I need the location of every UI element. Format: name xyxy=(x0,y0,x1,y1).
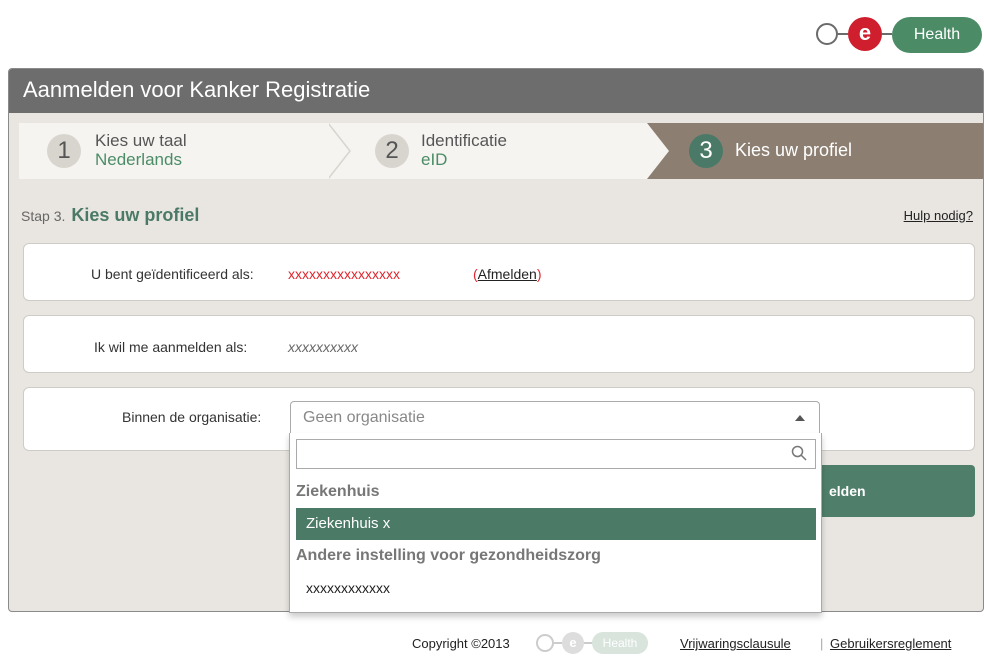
organisation-label: Binnen de organisatie: xyxy=(122,409,262,425)
logo-health-pill: Health xyxy=(892,17,982,53)
wizard-steps: 1 Kies uw taal Nederlands 2 Identificati… xyxy=(19,123,983,179)
ehealth-logo: e Health xyxy=(814,12,984,56)
disclaimer-link[interactable]: Vrijwaringsclausule xyxy=(680,636,791,651)
profile-value: xxxxxxxxxx xyxy=(288,339,358,355)
step-heading-title: Kies uw profiel xyxy=(71,205,200,225)
chevron-up-icon xyxy=(795,415,805,421)
organisation-selected: Geen organisatie xyxy=(303,409,425,426)
step-identification[interactable]: 2 Identificatie eID xyxy=(329,123,647,179)
step-profile-active: 3 Kies uw profiel xyxy=(647,123,983,179)
dropdown-option[interactable]: xxxxxxxxxxxx xyxy=(296,572,816,604)
copyright-text: Copyright ©2013 xyxy=(412,636,510,651)
logout-link[interactable]: Afmelden xyxy=(478,266,537,282)
organisation-dropdown: Ziekenhuis Ziekenhuis x Andere instellin… xyxy=(289,433,822,613)
step-number: 1 xyxy=(47,134,81,168)
option-group-label: Andere instelling voor gezondheidszorg xyxy=(296,547,601,564)
step-prefix: Stap 3. xyxy=(21,208,66,224)
step-value: Nederlands xyxy=(95,150,182,169)
step-number: 2 xyxy=(375,134,409,168)
step-heading: Stap 3. Kies uw profiel xyxy=(21,205,199,226)
profile-label: Ik wil me aanmelden als: xyxy=(94,339,248,355)
logo-e-circle: e xyxy=(848,17,882,51)
identification-box: U bent geïdentificeerd als: xxxxxxxxxxxx… xyxy=(23,243,975,301)
step-title: Kies uw profiel xyxy=(735,140,853,160)
step-number: 3 xyxy=(689,134,723,168)
logout-wrapper: (Afmelden) xyxy=(473,266,542,282)
organisation-select[interactable]: Geen organisatie xyxy=(290,401,820,435)
step-title: Kies uw taal xyxy=(95,131,187,150)
step-title: Identificatie xyxy=(421,131,507,150)
search-icon xyxy=(791,445,807,461)
identification-label: U bent geïdentificeerd als: xyxy=(91,266,254,282)
footer-separator: | xyxy=(820,636,824,651)
logo-ring xyxy=(816,23,838,45)
dropdown-option[interactable]: Ziekenhuis x xyxy=(296,508,816,540)
identification-value: xxxxxxxxxxxxxxxx xyxy=(288,266,400,282)
step-separator-active xyxy=(647,123,669,179)
step-language[interactable]: 1 Kies uw taal Nederlands xyxy=(19,123,329,179)
step-value: eID xyxy=(421,150,448,169)
terms-link[interactable]: Gebruikersreglement xyxy=(830,636,951,651)
option-group-label: Ziekenhuis xyxy=(296,483,380,500)
footer-logo: e Health xyxy=(536,632,656,654)
submit-button[interactable]: elden xyxy=(809,465,975,517)
dropdown-search-input[interactable] xyxy=(296,439,816,469)
help-link[interactable]: Hulp nodig? xyxy=(904,208,973,223)
profile-box: Ik wil me aanmelden als: xxxxxxxxxx xyxy=(23,315,975,373)
panel-title: Aanmelden voor Kanker Registratie xyxy=(9,69,983,113)
